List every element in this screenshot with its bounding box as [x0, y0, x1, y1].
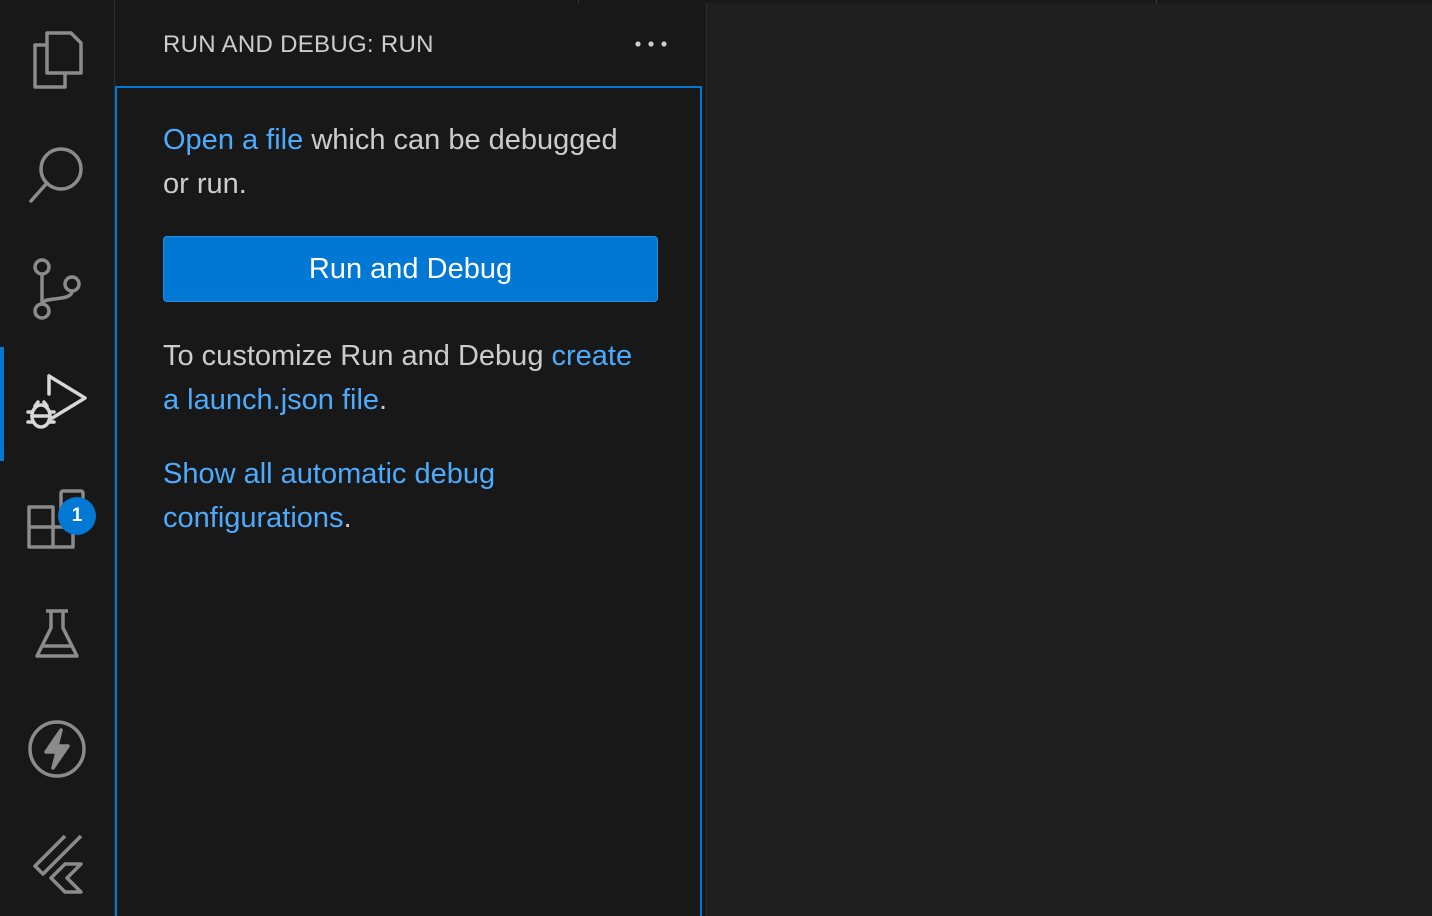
open-file-link[interactable]: Open a file [163, 124, 303, 156]
activity-source-control[interactable] [0, 232, 114, 346]
vscode-window: 1 RUN AND DEBUG: RUN Open a file which c… [0, 0, 1432, 916]
show-all-message: Show all automatic debug configurations. [163, 452, 583, 540]
open-file-message: Open a file which can be debugged or run… [163, 118, 623, 206]
activity-flutter[interactable] [0, 808, 114, 916]
customize-text: To customize Run and Debug [163, 340, 552, 372]
files-icon [33, 31, 83, 89]
source-control-icon [33, 258, 81, 320]
ellipsis-icon[interactable] [631, 28, 671, 60]
activity-bar: 1 [0, 0, 115, 916]
sidebar-title: RUN AND DEBUG: RUN [163, 31, 434, 58]
activity-search[interactable] [0, 117, 114, 231]
show-all-configurations-link[interactable]: Show all automatic debug configurations [163, 458, 495, 534]
run-and-debug-button[interactable]: Run and Debug [163, 236, 658, 302]
sidebar-header: RUN AND DEBUG: RUN [115, 0, 706, 88]
show-all-suffix: . [343, 502, 352, 534]
search-icon [29, 147, 83, 203]
activity-testing[interactable] [0, 577, 114, 691]
customize-message: To customize Run and Debug create a laun… [163, 334, 633, 422]
lightning-icon [28, 720, 86, 778]
editor-area [707, 3, 1432, 916]
tab-divider [578, 0, 579, 3]
activity-run-and-debug[interactable] [0, 347, 114, 461]
testing-icon [35, 609, 79, 658]
customize-suffix: . [379, 384, 388, 416]
activity-lightning[interactable] [0, 692, 114, 806]
run-debug-icon [26, 374, 87, 429]
activity-explorer[interactable] [0, 2, 114, 116]
run-debug-view: Open a file which can be debugged or run… [115, 86, 702, 916]
extensions-badge: 1 [58, 497, 96, 535]
activity-extensions[interactable]: 1 [0, 462, 114, 576]
side-bar: RUN AND DEBUG: RUN Open a file which can… [115, 0, 707, 916]
flutter-icon [33, 834, 83, 894]
